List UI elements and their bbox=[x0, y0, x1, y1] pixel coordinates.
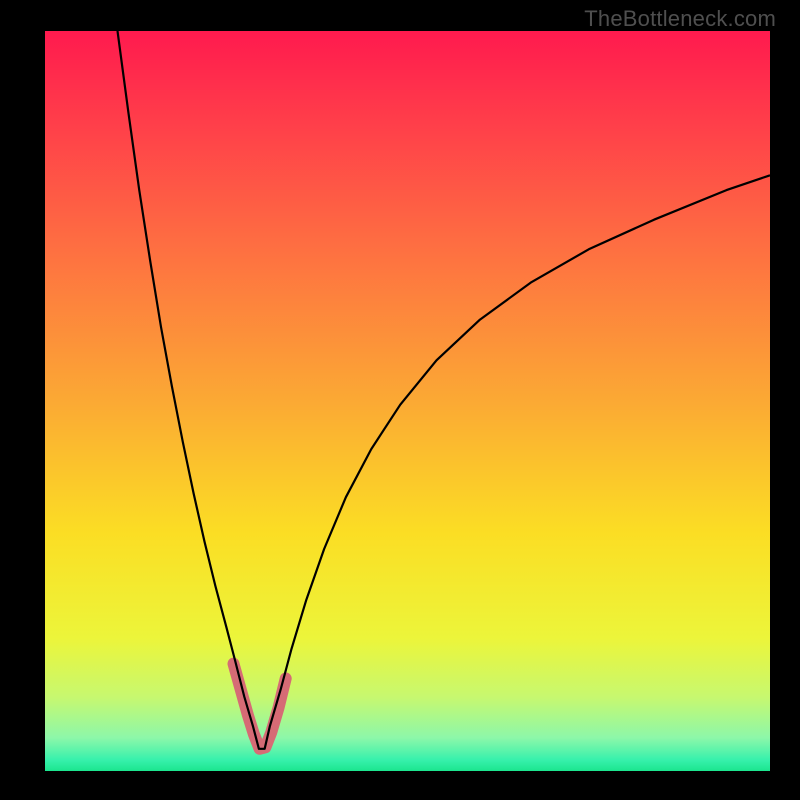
plot-svg bbox=[45, 31, 770, 771]
plot-area bbox=[45, 31, 770, 771]
chart-frame: TheBottleneck.com bbox=[0, 0, 800, 800]
gradient-background bbox=[45, 31, 770, 771]
watermark-text: TheBottleneck.com bbox=[584, 6, 776, 32]
